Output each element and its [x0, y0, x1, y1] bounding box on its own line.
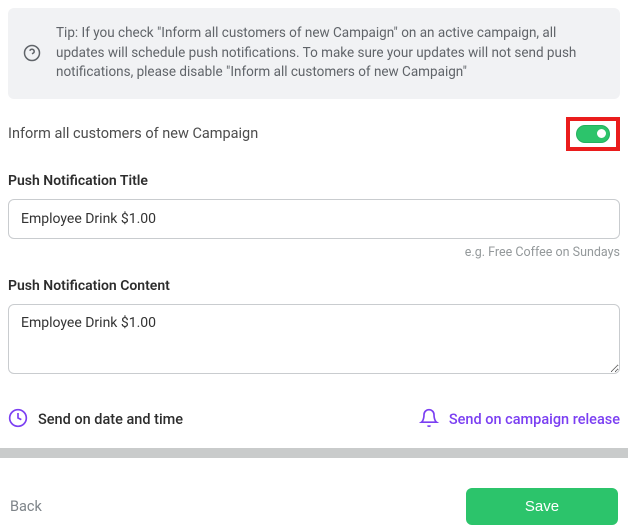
- send-campaign-release-label: Send on campaign release: [449, 411, 620, 428]
- tip-text: Tip: If you check "Inform all customers …: [56, 24, 606, 83]
- inform-customers-label: Inform all customers of new Campaign: [8, 125, 258, 142]
- push-title-label: Push Notification Title: [8, 173, 620, 189]
- inform-customers-toggle[interactable]: [576, 125, 610, 143]
- footer-row: Back Save: [8, 488, 620, 525]
- toggle-highlight-box: [566, 117, 620, 151]
- send-date-time-option[interactable]: Send on date and time: [8, 408, 183, 432]
- tip-box: Tip: If you check "Inform all customers …: [8, 8, 620, 99]
- back-button[interactable]: Back: [10, 498, 42, 515]
- send-date-time-label: Send on date and time: [38, 411, 183, 428]
- push-title-helper: e.g. Free Coffee on Sundays: [8, 245, 620, 260]
- send-campaign-release-option[interactable]: Send on campaign release: [419, 408, 620, 432]
- inform-customers-row: Inform all customers of new Campaign: [8, 117, 620, 151]
- push-content-label: Push Notification Content: [8, 278, 620, 294]
- help-circle-icon: [22, 43, 42, 63]
- clock-icon: [8, 408, 28, 432]
- save-button[interactable]: Save: [466, 488, 618, 525]
- bell-icon: [419, 408, 439, 432]
- divider-bar: [0, 448, 628, 458]
- push-title-input[interactable]: [8, 199, 620, 239]
- push-content-input[interactable]: [8, 304, 620, 374]
- send-options-row: Send on date and time Send on campaign r…: [8, 408, 620, 432]
